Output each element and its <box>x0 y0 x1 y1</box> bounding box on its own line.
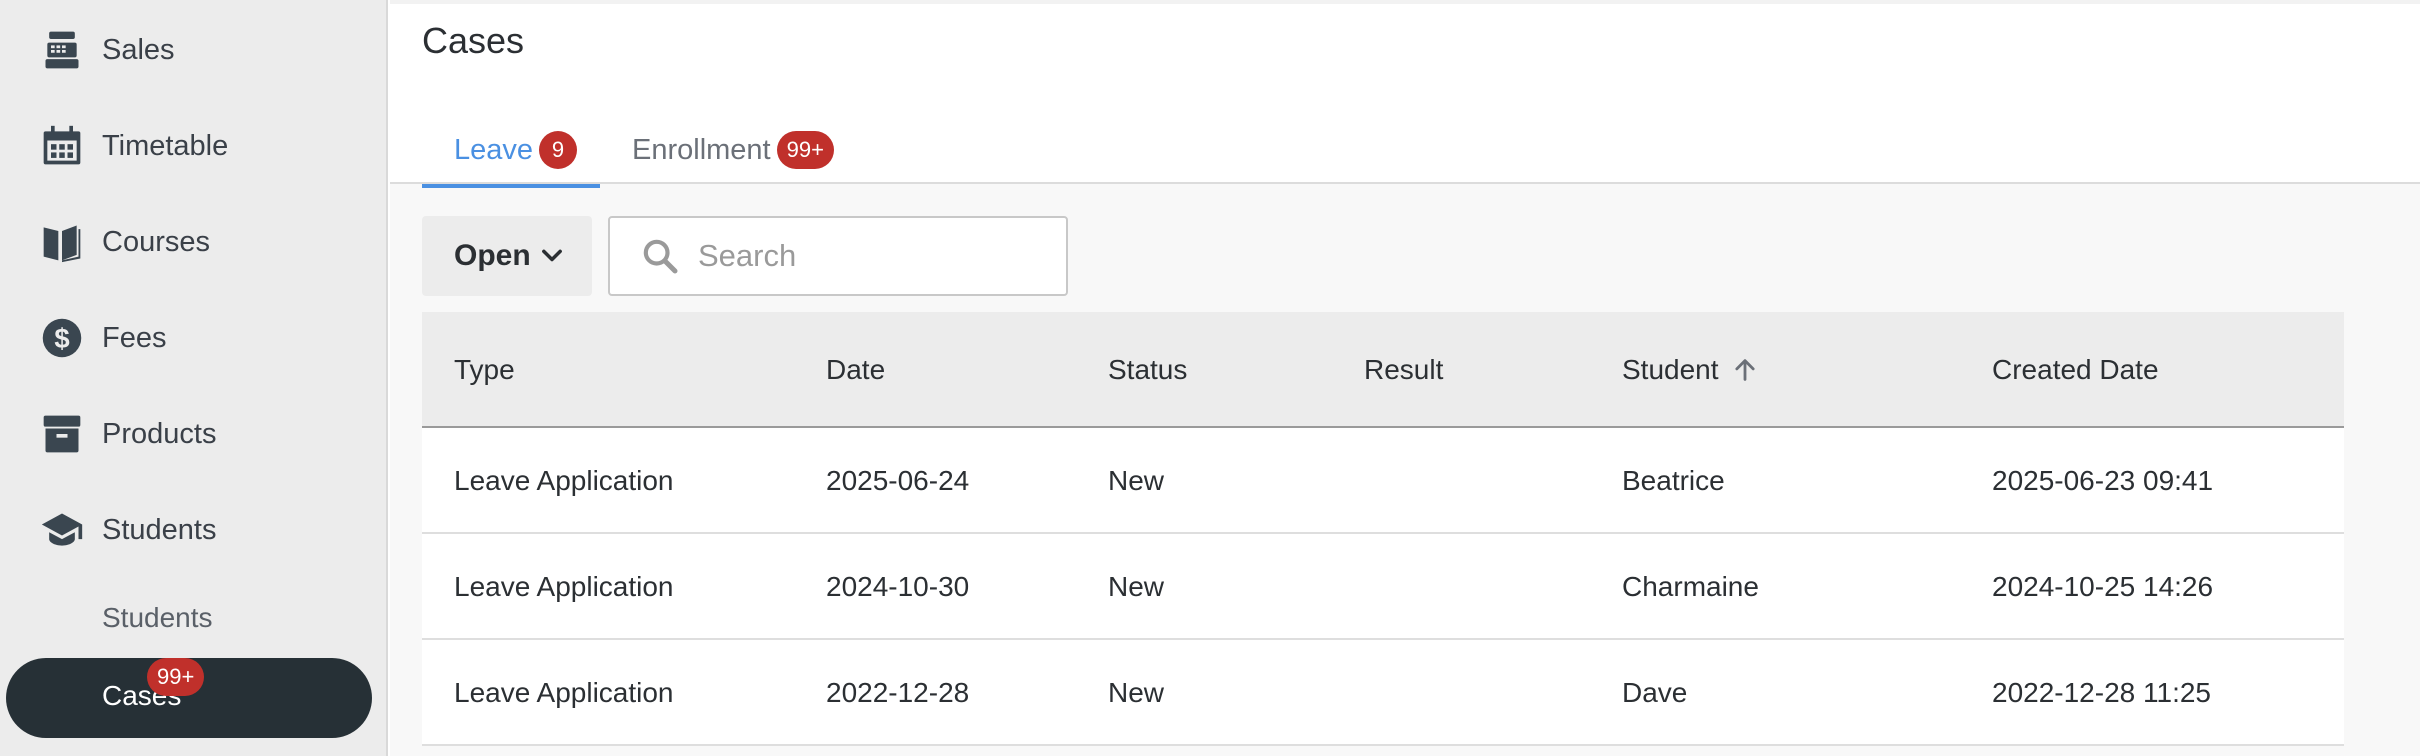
column-header-type[interactable]: Type <box>454 312 515 428</box>
filter-label: Open <box>454 239 531 272</box>
cash-register-icon <box>38 26 86 74</box>
sidebar-subitem-cases[interactable]: Cases 99+ <box>6 658 372 738</box>
tab-count-badge: 99+ <box>776 131 834 169</box>
graduation-cap-icon <box>38 506 86 554</box>
search-box <box>608 216 1068 296</box>
cell-type: Leave Application <box>454 571 674 602</box>
page-header: Cases Leave 9 Enrollment 99+ <box>390 0 2420 188</box>
cell-type: Leave Application <box>454 465 674 496</box>
cases-count-badge: 99+ <box>147 658 205 696</box>
table-row[interactable]: Leave Application 2022-12-28 New Dave 20… <box>422 640 2344 746</box>
archive-box-icon <box>38 410 86 458</box>
sidebar: Sales Timetable Courses $ Fees Products … <box>0 0 388 756</box>
book-open-icon <box>38 218 86 266</box>
svg-text:$: $ <box>54 323 69 354</box>
cell-student: Charmaine <box>1622 571 1759 602</box>
sort-ascending-icon <box>1734 359 1755 381</box>
column-header-date[interactable]: Date <box>826 312 885 428</box>
sidebar-item-courses[interactable]: Courses <box>0 206 388 278</box>
tab-leave[interactable]: Leave 9 <box>422 114 600 188</box>
column-header-status[interactable]: Status <box>1108 312 1187 428</box>
column-header-created-date[interactable]: Created Date <box>1992 312 2159 428</box>
column-header-student[interactable]: Student <box>1622 312 1759 428</box>
sidebar-subitem-students[interactable]: Students <box>0 588 388 648</box>
page-title: Cases <box>422 20 525 61</box>
sidebar-item-products[interactable]: Products <box>0 398 388 470</box>
cases-table: Type Date Status Result Student Created … <box>422 312 2344 746</box>
dollar-circle-icon: $ <box>38 314 86 362</box>
calendar-icon <box>38 122 86 170</box>
table-header: Type Date Status Result Student Created … <box>422 312 2344 428</box>
sidebar-item-label: Sales <box>102 33 175 66</box>
sidebar-item-label: Students <box>102 513 217 546</box>
cell-status: New <box>1108 465 1165 496</box>
column-header-result[interactable]: Result <box>1364 312 1443 428</box>
sidebar-item-label: Timetable <box>102 129 229 162</box>
sidebar-item-timetable[interactable]: Timetable <box>0 110 388 182</box>
status-filter-dropdown[interactable]: Open <box>422 216 592 296</box>
cell-type: Leave Application <box>454 677 674 708</box>
cell-date: 2025-06-24 <box>826 465 970 496</box>
tab-count-badge: 9 <box>539 131 578 169</box>
sidebar-item-sales[interactable]: Sales <box>0 14 388 86</box>
tab-label: Leave <box>454 133 534 166</box>
table-row[interactable]: Leave Application 2024-10-30 New Charmai… <box>422 534 2344 640</box>
sidebar-item-students[interactable]: Students <box>0 494 388 566</box>
column-header-label: Student <box>1622 354 1719 385</box>
cell-student: Dave <box>1622 677 1688 708</box>
table-row[interactable]: Leave Application 2025-06-24 New Beatric… <box>422 428 2344 534</box>
cell-date: 2024-10-30 <box>826 571 970 602</box>
search-icon <box>643 239 678 274</box>
search-input[interactable] <box>698 232 1048 280</box>
cell-created-date: 2022-12-28 11:25 <box>1992 677 2211 708</box>
cell-student: Beatrice <box>1622 465 1725 496</box>
tab-label: Enrollment <box>632 133 771 166</box>
cell-created-date: 2024-10-25 14:26 <box>1992 571 2214 602</box>
cell-created-date: 2025-06-23 09:41 <box>1992 465 2214 496</box>
sidebar-item-fees[interactable]: $ Fees <box>0 302 388 374</box>
tab-enrollment[interactable]: Enrollment 99+ <box>632 114 834 186</box>
cell-status: New <box>1108 677 1165 708</box>
sidebar-subitem-label: Students <box>102 602 213 633</box>
main-content: Cases Leave 9 Enrollment 99+ Open Type D… <box>390 0 2420 756</box>
cell-date: 2022-12-28 <box>826 677 970 708</box>
sidebar-item-label: Courses <box>102 225 210 258</box>
sidebar-item-label: Products <box>102 417 217 450</box>
chevron-down-icon <box>542 249 562 262</box>
sidebar-item-label: Fees <box>102 321 167 354</box>
cell-status: New <box>1108 571 1165 602</box>
